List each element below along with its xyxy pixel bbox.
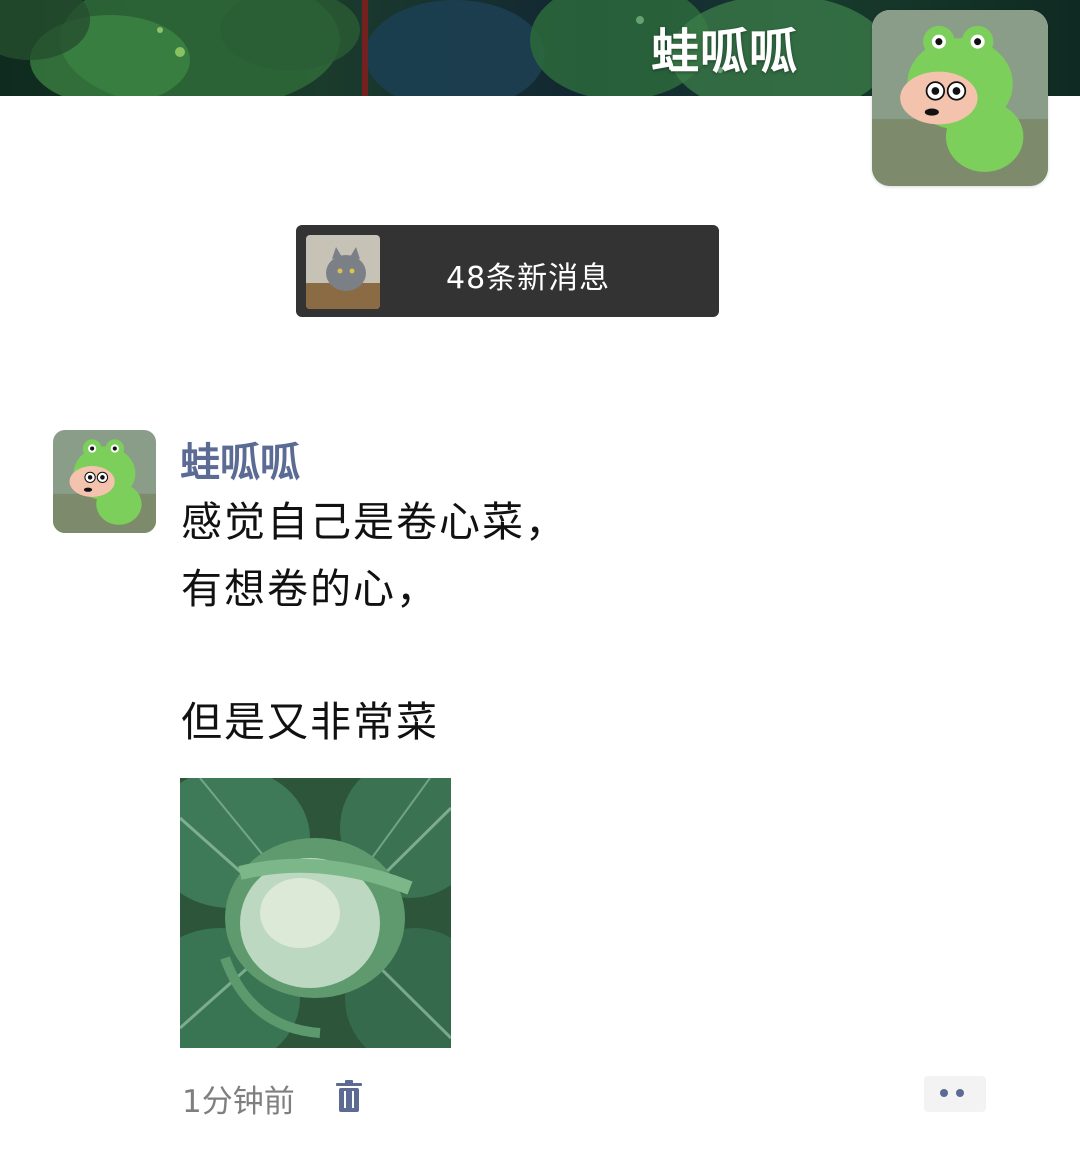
frog-costume-avatar-icon	[53, 430, 156, 533]
cover-profile-name: 蛙呱呱	[650, 24, 798, 80]
more-actions-button[interactable]	[924, 1076, 986, 1112]
more-dots-icon	[940, 1089, 948, 1097]
new-messages-notice[interactable]: 48条新消息	[296, 225, 719, 317]
post-author-name[interactable]: 蛙呱呱	[180, 430, 300, 488]
post-timestamp: 1分钟前	[182, 1084, 295, 1120]
more-dots-icon	[956, 1089, 964, 1097]
post-text-line: 感觉自己是卷心菜，	[181, 498, 568, 546]
cabbage-photo-icon	[180, 778, 451, 1048]
new-messages-count: 48条新消息	[446, 261, 611, 296]
trash-icon[interactable]	[336, 1080, 362, 1112]
cat-avatar-icon	[306, 235, 380, 309]
post-text-line: 但是又非常菜	[181, 698, 439, 746]
post-image-cabbage[interactable]	[180, 778, 451, 1048]
post-author-avatar[interactable]	[53, 430, 156, 533]
profile-avatar[interactable]	[872, 10, 1048, 186]
frog-costume-avatar-icon	[872, 10, 1048, 186]
post-text-line: 有想卷的心，	[181, 565, 439, 613]
